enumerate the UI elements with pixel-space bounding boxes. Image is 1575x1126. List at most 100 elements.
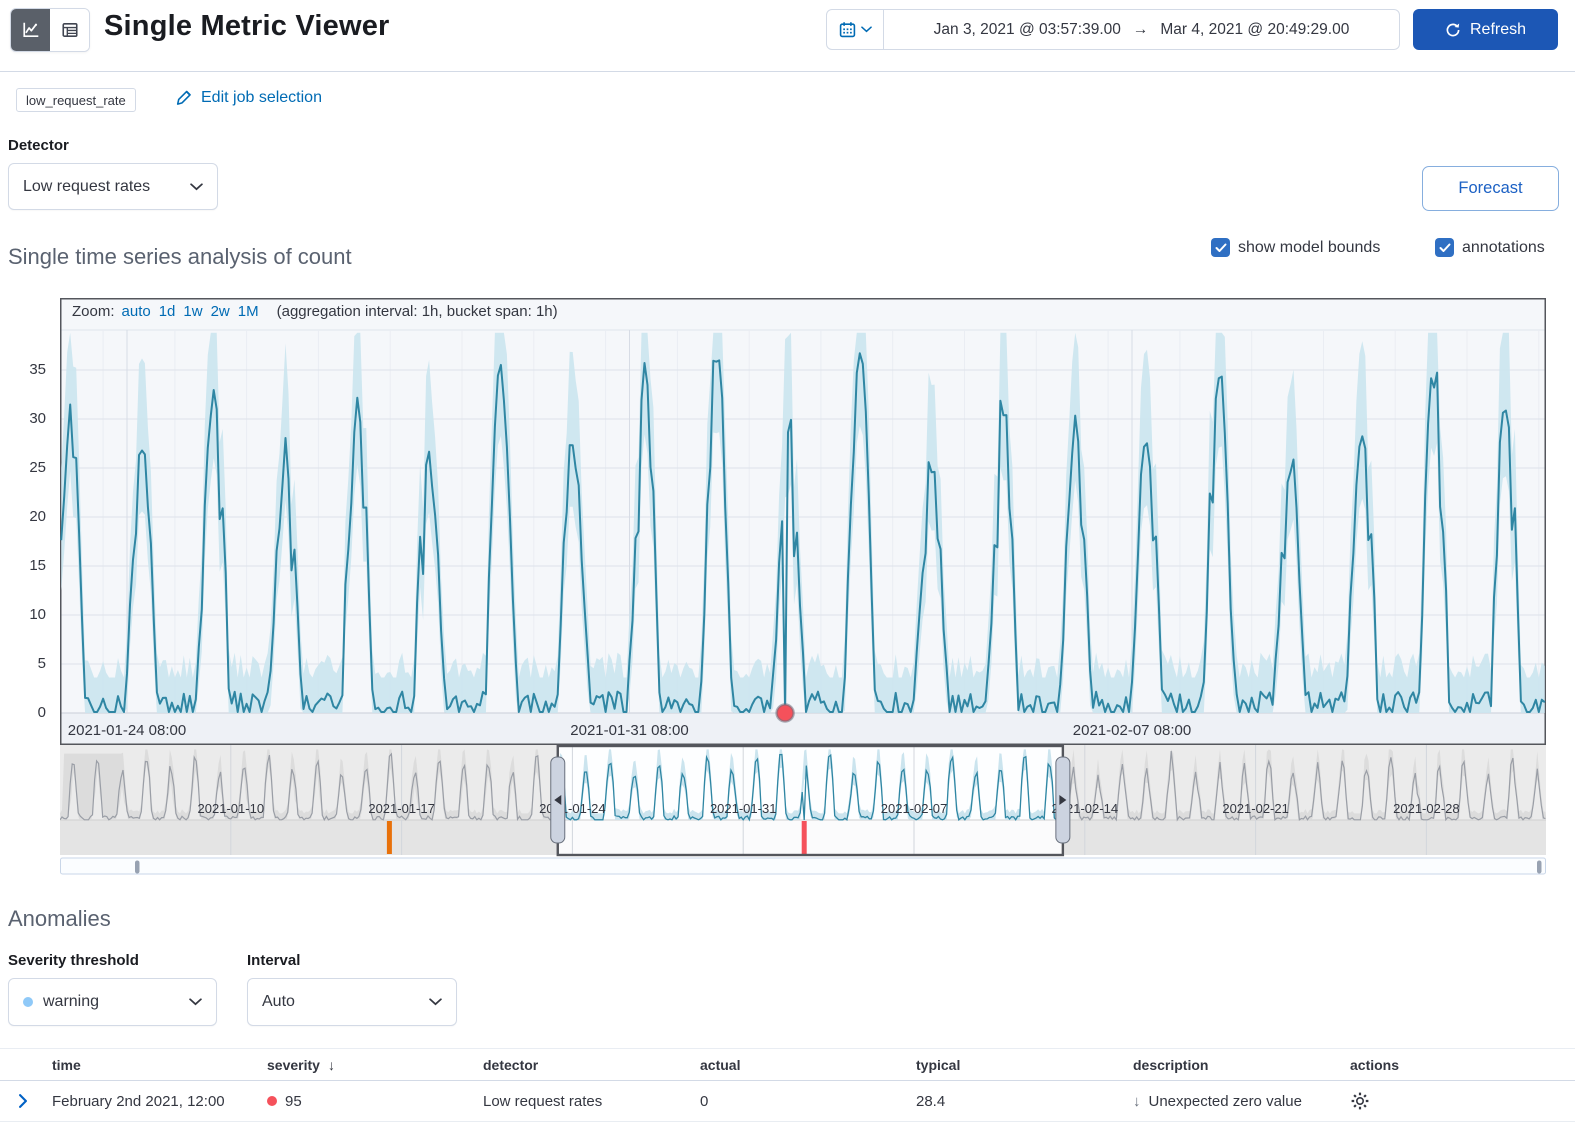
y-tick-label: 5 [0, 655, 46, 673]
brush-handle-left[interactable] [551, 757, 565, 843]
single-metric-viewer-page: Single Metric Viewer Jan 3, 2021 @ 03:57… [0, 0, 1575, 1126]
y-tick-label: 0 [0, 704, 46, 722]
col-actual[interactable]: actual [700, 1057, 916, 1073]
gear-icon[interactable] [1350, 1091, 1370, 1111]
col-severity[interactable]: severity ↓ [267, 1057, 483, 1073]
calendar-icon [839, 21, 856, 38]
show-model-bounds-control: show model bounds [1211, 238, 1380, 257]
swimlane-anomaly-mark-major[interactable] [387, 821, 392, 854]
job-id-badge: low_request_rate [16, 88, 136, 112]
context-overview-chart[interactable]: 2021-01-10 2021-01-17 2021-01-24 2021-01-31… [60, 745, 1546, 876]
y-tick-label: 10 [0, 606, 46, 624]
chevron-down-icon [190, 183, 203, 191]
check-icon [1439, 243, 1451, 253]
anomaly-severity: 95 [267, 1093, 483, 1110]
table-view-toggle-button[interactable] [50, 9, 89, 51]
forecast-button[interactable]: Forecast [1422, 166, 1559, 211]
y-tick-label: 35 [0, 361, 46, 379]
severity-threshold-select[interactable]: warning [8, 978, 217, 1026]
col-actions: actions [1350, 1057, 1575, 1073]
chevron-down-icon [189, 998, 202, 1006]
pencil-icon [175, 89, 193, 107]
brush-handle-right[interactable] [1056, 757, 1070, 843]
table-icon [61, 21, 79, 39]
time-range-display: Jan 3, 2021 @ 03:57:39.00 → Mar 4, 2021 … [884, 21, 1399, 39]
interval-value: Auto [262, 993, 295, 1011]
show-model-bounds-checkbox[interactable] [1211, 238, 1230, 257]
zoom-option-2w[interactable]: 2w [211, 303, 230, 320]
annotation-track-handle-right[interactable] [1537, 861, 1542, 874]
svg-text:2021-01-24: 2021-01-24 [539, 801, 606, 816]
svg-text:2021-01-17: 2021-01-17 [368, 801, 435, 816]
anomaly-typical: 28.4 [916, 1093, 1133, 1110]
critical-severity-dot [267, 1096, 277, 1106]
severity-threshold-value: warning [43, 993, 99, 1011]
detector-value: Low request rates [23, 178, 150, 196]
line-chart-icon [22, 21, 40, 39]
annotations-checkbox[interactable] [1435, 238, 1454, 257]
col-typical[interactable]: typical [916, 1057, 1133, 1073]
expand-row-chevron-icon[interactable] [16, 1094, 30, 1108]
swimlane-anomaly-mark-critical[interactable] [802, 821, 807, 854]
detector-select[interactable]: Low request rates [8, 163, 218, 210]
chevron-down-icon [861, 26, 872, 33]
anomalies-table-header: time severity ↓ detector actual typical … [0, 1048, 1575, 1081]
anomaly-time: February 2nd 2021, 12:00 [52, 1093, 267, 1110]
edit-job-selection-link[interactable]: Edit job selection [175, 89, 322, 107]
col-detector[interactable]: detector [483, 1057, 700, 1073]
anomaly-marker-dot[interactable] [777, 705, 794, 722]
view-toggle-group[interactable] [10, 8, 90, 52]
annotations-label[interactable]: annotations [1462, 239, 1545, 257]
interval-label: Interval [247, 952, 300, 969]
detector-label: Detector [8, 137, 69, 154]
svg-text:2021-02-28: 2021-02-28 [1393, 801, 1460, 816]
anomaly-detector: Low request rates [483, 1093, 700, 1110]
refresh-button[interactable]: Refresh [1413, 9, 1558, 50]
annotation-track-handle-left[interactable] [135, 861, 140, 874]
end-date-button[interactable]: Mar 4, 2021 @ 20:49:29.00 [1160, 21, 1349, 39]
svg-text:2021-02-07: 2021-02-07 [881, 801, 948, 816]
annotations-control: annotations [1435, 238, 1545, 257]
arrow-down-icon: ↓ [1133, 1093, 1141, 1110]
refresh-label: Refresh [1470, 21, 1526, 39]
aggregation-note: (aggregation interval: 1h, bucket span: … [277, 303, 558, 320]
edit-job-selection-label: Edit job selection [201, 89, 322, 107]
zoom-controls: Zoom: auto 1d 1w 2w 1M (aggregation inte… [72, 303, 558, 320]
anomaly-actual: 0 [700, 1093, 916, 1110]
svg-text:2021-01-31 08:00: 2021-01-31 08:00 [570, 722, 688, 739]
sort-desc-icon: ↓ [328, 1057, 335, 1073]
svg-text:2021-01-31: 2021-01-31 [710, 801, 777, 816]
svg-text:2021-01-10: 2021-01-10 [198, 801, 264, 816]
svg-text:2021-02-07 08:00: 2021-02-07 08:00 [1073, 722, 1191, 739]
anomalies-table: time severity ↓ detector actual typical … [0, 1048, 1575, 1122]
svg-text:2021-01-24 08:00: 2021-01-24 08:00 [68, 722, 186, 739]
anomaly-table-row: February 2nd 2021, 12:00 95 Low request … [0, 1081, 1575, 1122]
y-tick-label: 15 [0, 557, 46, 575]
calendar-dropdown-button[interactable] [827, 10, 884, 49]
severity-threshold-label: Severity threshold [8, 952, 139, 969]
warning-severity-dot [23, 997, 33, 1007]
y-tick-label: 20 [0, 508, 46, 526]
svg-text:2021-02-21: 2021-02-21 [1222, 801, 1289, 816]
chevron-down-icon [429, 998, 442, 1006]
series-heading: Single time series analysis of count [8, 244, 352, 270]
y-tick-label: 25 [0, 459, 46, 477]
zoom-option-auto[interactable]: auto [122, 303, 151, 320]
page-title: Single Metric Viewer [104, 10, 390, 43]
zoom-option-1M[interactable]: 1M [238, 303, 259, 320]
time-range-picker[interactable]: Jan 3, 2021 @ 03:57:39.00 → Mar 4, 2021 … [826, 9, 1400, 50]
show-model-bounds-label[interactable]: show model bounds [1238, 239, 1380, 257]
col-time[interactable]: time [52, 1057, 267, 1073]
zoom-option-1w[interactable]: 1w [183, 303, 202, 320]
chart-view-toggle-button[interactable] [11, 9, 50, 51]
main-time-series-chart[interactable]: 2021-01-24 08:00 2021-01-31 08:00 2021-02-… [60, 298, 1546, 745]
y-tick-label: 30 [0, 410, 46, 428]
zoom-option-1d[interactable]: 1d [159, 303, 176, 320]
refresh-icon [1445, 22, 1461, 38]
interval-select[interactable]: Auto [247, 978, 457, 1026]
col-description[interactable]: description [1133, 1057, 1350, 1073]
check-icon [1215, 243, 1227, 253]
header-divider [0, 71, 1575, 72]
start-date-button[interactable]: Jan 3, 2021 @ 03:57:39.00 [934, 21, 1121, 39]
range-arrow: → [1133, 21, 1149, 39]
